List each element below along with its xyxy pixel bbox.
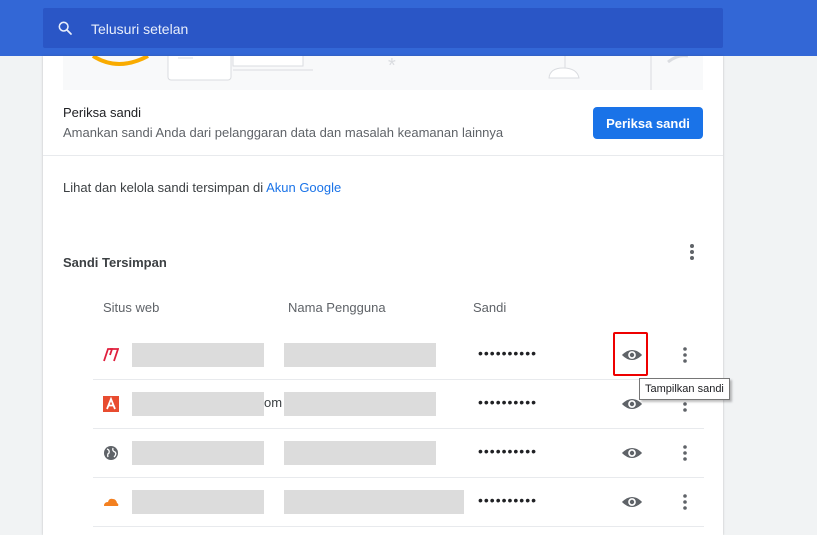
divider	[43, 155, 723, 156]
saved-passwords-title: Sandi Tersimpan	[63, 255, 167, 270]
more-vert-icon[interactable]	[680, 242, 704, 262]
show-password-icon[interactable]	[621, 492, 643, 512]
manage-passwords-text: Lihat dan kelola sandi tersimpan di Akun…	[63, 180, 341, 195]
username-redacted	[284, 490, 464, 514]
settings-search-box[interactable]	[43, 8, 723, 50]
password-check-illustration: *	[63, 56, 703, 90]
passwords-card: * Periksa sandi Amankan sandi Anda dari …	[43, 56, 723, 535]
search-icon	[58, 21, 72, 35]
password-check-title: Periksa sandi	[63, 105, 142, 120]
cloudflare-icon	[104, 498, 119, 506]
autodesk-icon	[103, 396, 119, 412]
more-vert-icon[interactable]	[675, 443, 695, 463]
site-name-redacted	[132, 392, 264, 416]
site-name-redacted	[132, 490, 264, 514]
column-header-site: Situs web	[103, 300, 160, 315]
more-vert-icon[interactable]	[675, 492, 695, 512]
password-row: ••••••••••	[93, 429, 704, 478]
google-account-link[interactable]: Akun Google	[266, 180, 341, 195]
masked-password: ••••••••••	[478, 345, 538, 361]
manage-text: Lihat dan kelola sandi tersimpan di	[63, 180, 267, 195]
globe-icon	[104, 446, 118, 460]
site-name-suffix: om	[264, 395, 283, 410]
column-header-username: Nama Pengguna	[288, 300, 386, 315]
more-vert-icon[interactable]	[675, 345, 695, 365]
search-input[interactable]	[89, 8, 693, 50]
show-password-icon[interactable]	[621, 443, 643, 463]
svg-text:*: *	[388, 56, 396, 77]
show-password-tooltip: Tampilkan sandi	[639, 378, 730, 400]
masked-password: ••••••••••	[478, 394, 538, 410]
settings-header	[0, 0, 817, 56]
column-header-password: Sandi	[473, 300, 507, 315]
masked-password: ••••••••••	[478, 492, 538, 508]
site-name-redacted	[132, 343, 264, 367]
password-row: ••••••••••	[93, 478, 704, 527]
username-redacted	[284, 441, 436, 465]
username-redacted	[284, 343, 436, 367]
highlight-box	[613, 332, 648, 376]
password-row: om ••••••••••	[93, 380, 704, 429]
site-name-redacted	[132, 441, 264, 465]
password-check-description: Amankan sandi Anda dari pelanggaran data…	[63, 125, 504, 140]
check-passwords-button[interactable]: Periksa sandi	[593, 107, 703, 139]
masked-password: ••••••••••	[478, 443, 538, 459]
adobe-icon	[103, 348, 119, 362]
username-redacted	[284, 392, 436, 416]
